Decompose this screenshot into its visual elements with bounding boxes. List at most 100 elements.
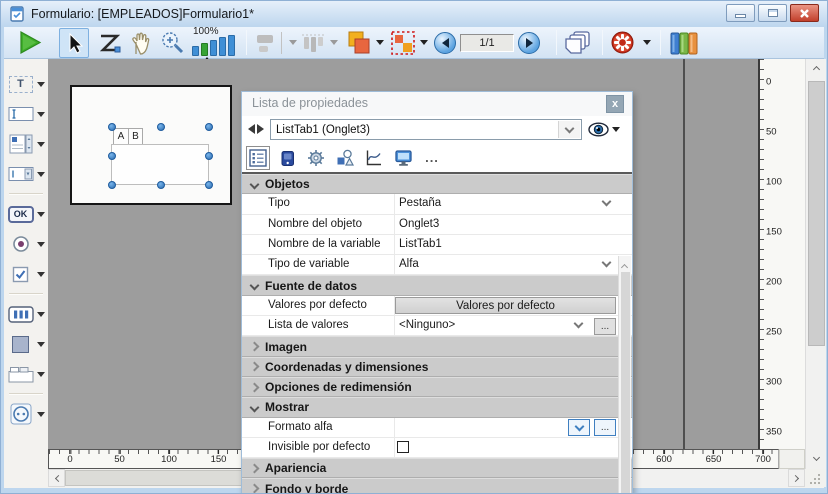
format-dropdown-button[interactable] (568, 419, 590, 436)
selection-handle[interactable] (205, 181, 213, 189)
section-fuente-de-datos[interactable]: Fuente de datos (242, 275, 632, 295)
section-apariencia[interactable]: Apariencia (242, 458, 632, 478)
tab-more[interactable]: ... (420, 146, 444, 170)
toolbox-radio-control[interactable] (4, 229, 48, 259)
animation-settings-button[interactable] (610, 30, 635, 55)
visibility-menu-button[interactable] (588, 122, 620, 137)
align-button-disabled[interactable] (254, 31, 278, 55)
scroll-up-button[interactable] (806, 59, 826, 76)
previous-page-button[interactable] (434, 32, 456, 54)
prop-row-tipo-variable[interactable]: Tipo de variable Alfa (242, 255, 632, 275)
distribute-button-disabled[interactable] (300, 31, 326, 55)
selection-handle[interactable] (157, 123, 165, 131)
tab-display[interactable] (391, 146, 415, 170)
selection-handle[interactable] (108, 152, 116, 160)
default-values-button[interactable]: Valores por defecto (395, 297, 616, 314)
prop-value[interactable]: ListTab1 (399, 238, 442, 250)
previous-object-button[interactable] (248, 124, 255, 134)
toolbox-static-text[interactable]: T (4, 69, 48, 99)
toolbox-edit-control[interactable] (4, 99, 48, 129)
dropdown-arrow-icon[interactable] (37, 242, 45, 247)
zoom-tool-button[interactable] (159, 29, 186, 56)
align-dropdown-arrow[interactable] (289, 40, 297, 45)
toolbox-shape-control[interactable] (4, 329, 48, 359)
toolbox-list-control[interactable] (4, 129, 48, 159)
toolbox-combo-control[interactable] (4, 159, 48, 189)
chevron-down-icon[interactable] (602, 197, 612, 207)
section-redimension[interactable]: Opciones de redimensión (242, 377, 632, 397)
zorder-tool-button[interactable] (96, 30, 122, 56)
scroll-left-button[interactable] (48, 469, 65, 487)
select-tool-button[interactable] (59, 28, 89, 58)
section-imagen[interactable]: Imagen (242, 336, 632, 356)
scroll-down-button[interactable] (806, 450, 826, 467)
tab-details[interactable] (304, 146, 328, 170)
tab-curves[interactable] (362, 146, 386, 170)
dropdown-arrow-icon[interactable] (37, 272, 45, 277)
next-object-button[interactable] (257, 124, 264, 134)
dropdown-arrow-icon[interactable] (37, 372, 45, 377)
toolbox-tab-control[interactable] (4, 359, 48, 389)
prop-value[interactable]: Alfa (399, 258, 419, 270)
dropdown-arrow-icon[interactable] (37, 212, 45, 217)
tab-a[interactable]: A (113, 128, 128, 145)
prop-row-nombre-objeto[interactable]: Nombre del objeto Onglet3 (242, 215, 632, 235)
prop-value[interactable]: Pestaña (399, 197, 441, 209)
dropdown-arrow-icon[interactable] (37, 172, 45, 177)
panel-scroll-thumb[interactable] (621, 272, 630, 494)
object-selector-combo[interactable]: ListTab1 (Onglet3) (270, 119, 582, 140)
eye-dropdown-arrow[interactable] (612, 127, 620, 132)
chevron-down-icon[interactable] (602, 258, 612, 268)
section-coordenadas[interactable]: Coordenadas y dimensiones (242, 357, 632, 377)
format-browse-button[interactable]: ... (594, 419, 616, 436)
prop-row-valores-defecto[interactable]: Valores por defecto Valores por defecto (242, 296, 632, 316)
selection-mode-button[interactable] (390, 30, 416, 56)
resize-grip[interactable] (805, 469, 826, 487)
prop-row-formato-alfa[interactable]: Formato alfa ... (242, 418, 632, 438)
scroll-right-button[interactable] (788, 469, 805, 487)
dropdown-arrow-icon[interactable] (37, 112, 45, 117)
maximize-button[interactable] (758, 4, 787, 22)
combo-dropdown-button[interactable] (558, 121, 580, 138)
panel-title-bar[interactable]: Lista de propiedades x (242, 92, 632, 116)
vertical-scroll-thumb[interactable] (808, 81, 825, 346)
toolbox-button-control[interactable]: OK (4, 199, 48, 229)
close-button[interactable] (790, 4, 819, 22)
dropdown-arrow-icon[interactable] (37, 312, 45, 317)
panel-scrollbar[interactable] (618, 256, 631, 494)
minimize-button[interactable] (726, 4, 755, 22)
settings-dropdown-arrow[interactable] (643, 40, 651, 45)
prop-row-lista-valores[interactable]: Lista de valores <Ninguno> ... (242, 316, 632, 336)
tab-control-body[interactable] (111, 144, 209, 185)
distribute-dropdown-arrow[interactable] (330, 40, 338, 45)
pan-tool-button[interactable] (128, 30, 154, 56)
prop-row-tipo[interactable]: Tipo Pestaña (242, 194, 632, 214)
tab-notes[interactable] (275, 146, 299, 170)
dropdown-arrow-icon[interactable] (37, 82, 45, 87)
layers-pages-button[interactable] (564, 30, 592, 56)
section-fondo-borde[interactable]: Fondo y borde (242, 478, 632, 494)
selection-handle[interactable] (205, 152, 213, 160)
invisible-checkbox[interactable] (397, 441, 409, 453)
title-bar[interactable]: Formulario: [EMPLEADOS]Formulario1* (1, 1, 827, 27)
selection-handle[interactable] (108, 181, 116, 189)
dropdown-arrow-icon[interactable] (37, 342, 45, 347)
section-mostrar[interactable]: Mostrar (242, 397, 632, 417)
next-page-button[interactable] (518, 32, 540, 54)
selection-handle[interactable] (108, 123, 116, 131)
overlay-dropdown-arrow[interactable] (376, 40, 384, 45)
run-test-button[interactable] (16, 29, 43, 56)
toolbox-table-control[interactable] (4, 299, 48, 329)
selection-handle[interactable] (205, 123, 213, 131)
selection-dropdown-arrow[interactable] (420, 40, 428, 45)
selection-handle[interactable] (157, 181, 165, 189)
tab-properties-list[interactable] (246, 146, 270, 170)
toolbox-ole-control[interactable] (4, 399, 48, 429)
tab-styles[interactable] (333, 146, 357, 170)
toolbox-checkbox-control[interactable] (4, 259, 48, 289)
help-library-button[interactable] (668, 30, 698, 56)
panel-close-button[interactable]: x (606, 95, 624, 113)
dropdown-arrow-icon[interactable] (37, 412, 45, 417)
prop-value[interactable]: Onglet3 (399, 218, 439, 230)
dropdown-arrow-icon[interactable] (37, 142, 45, 147)
